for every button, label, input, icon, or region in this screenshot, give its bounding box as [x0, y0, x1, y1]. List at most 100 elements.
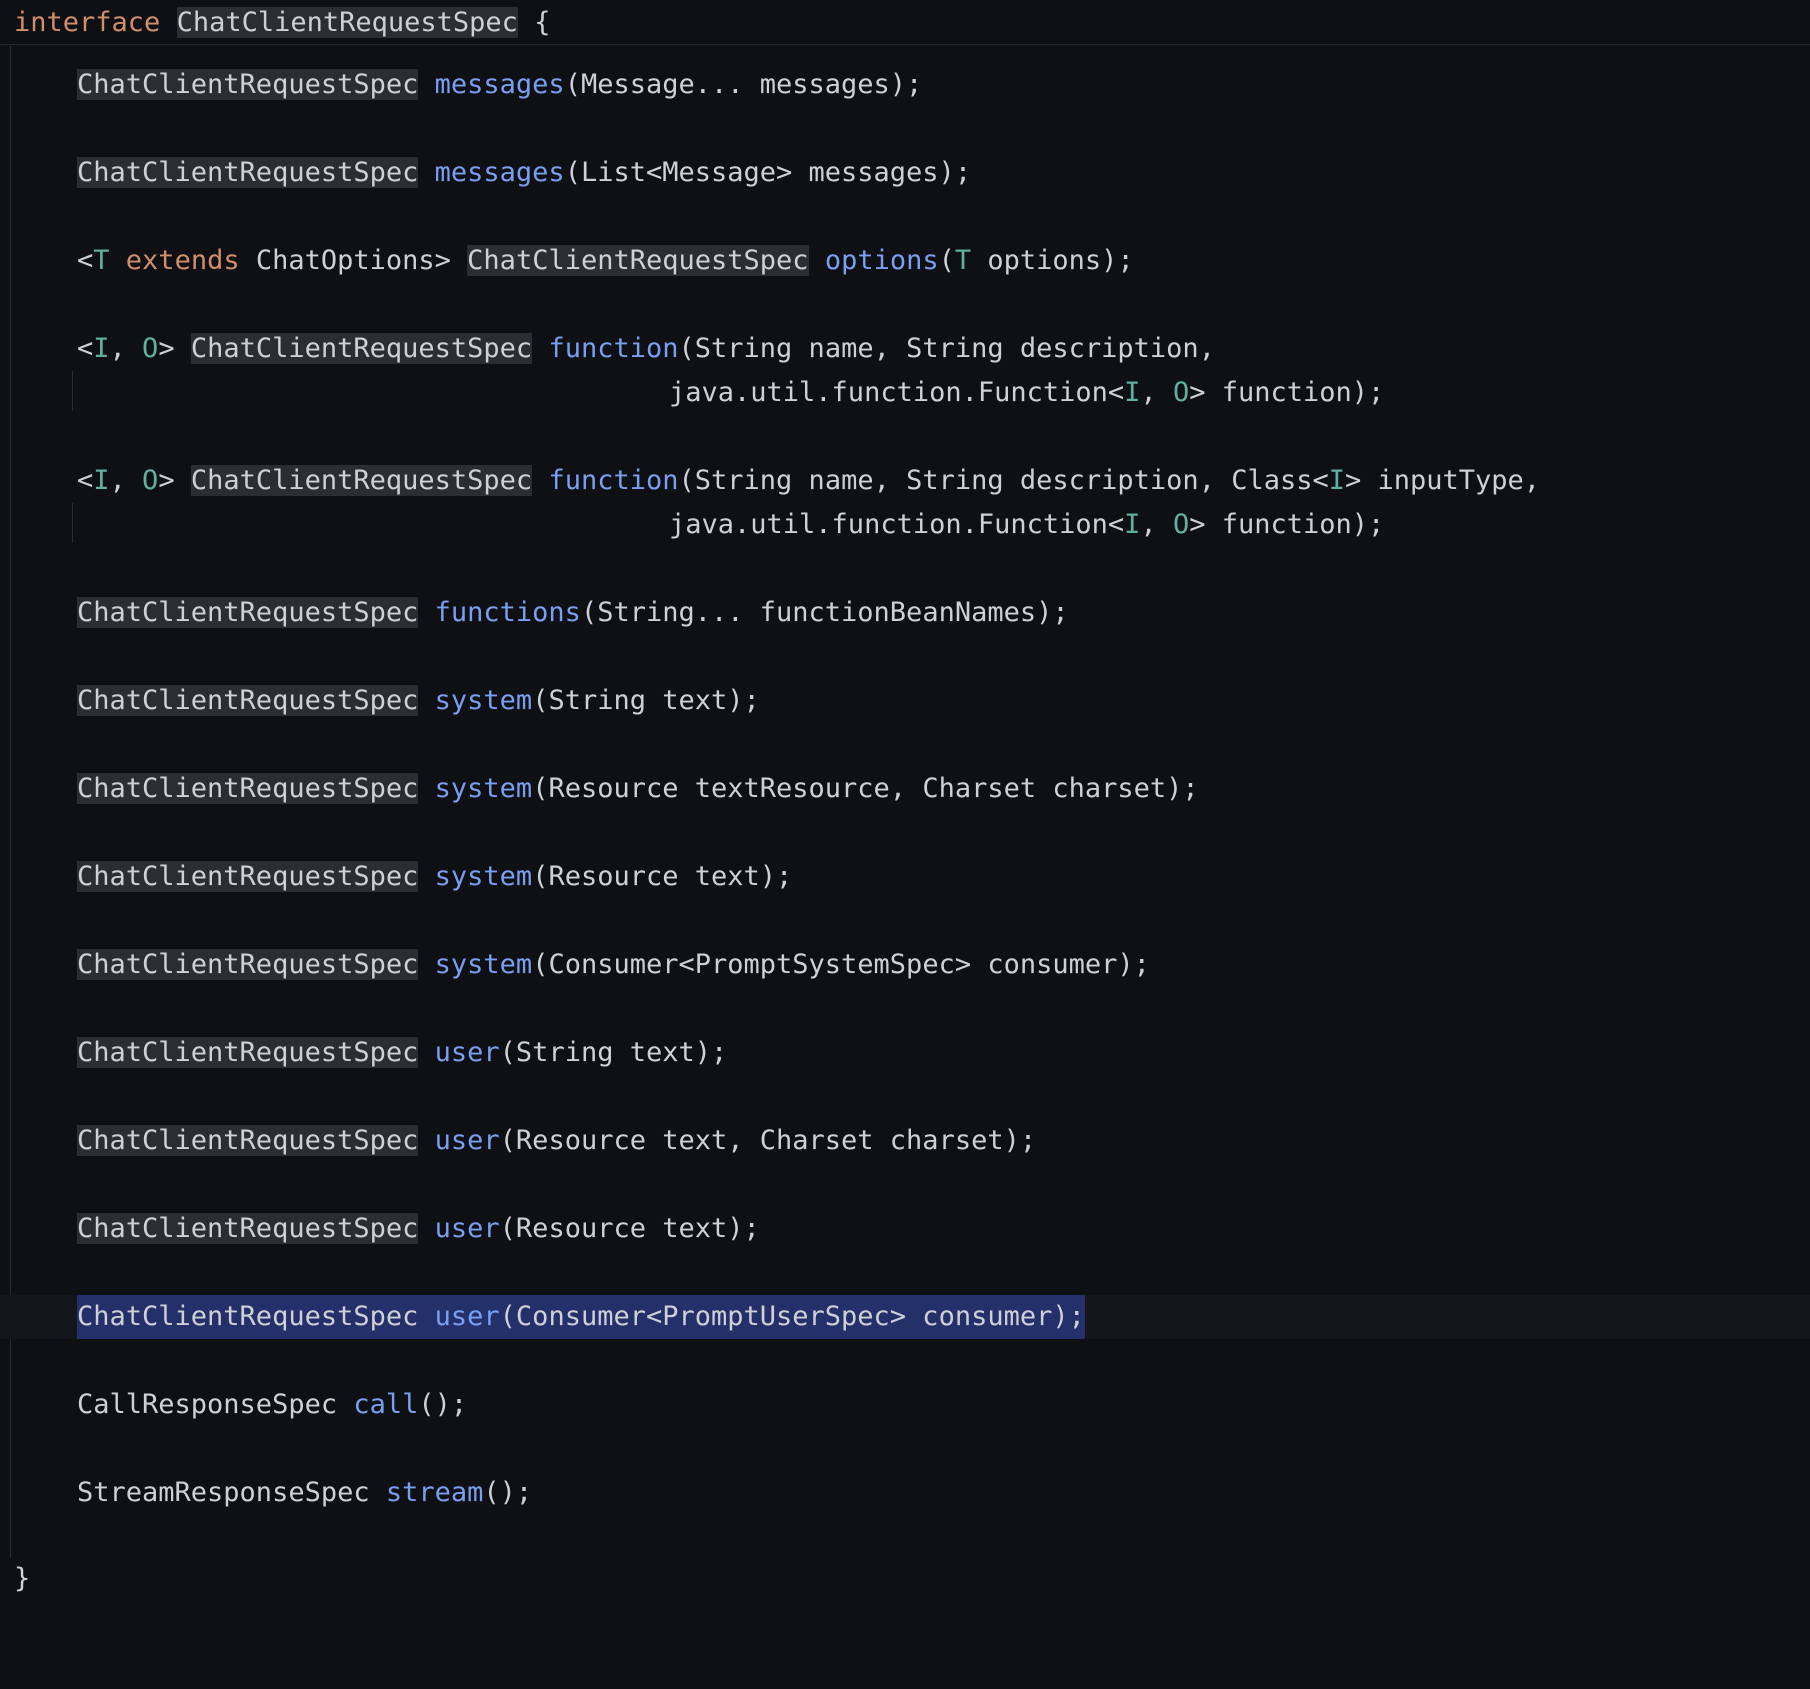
code-line[interactable]: ChatClientRequestSpec user(Resource text…	[0, 1119, 1810, 1163]
method-args: > function);	[1189, 377, 1385, 408]
return-type[interactable]: ChatClientRequestSpec	[77, 861, 419, 892]
code-line-continuation[interactable]: java.util.function.Function<I, O> functi…	[0, 503, 1810, 547]
return-type[interactable]: ChatClientRequestSpec	[77, 1125, 419, 1156]
method-args: ();	[483, 1477, 533, 1508]
method-args: (Consumer<PromptUserSpec> consumer);	[499, 1301, 1085, 1332]
return-type[interactable]: ChatClientRequestSpec	[190, 333, 533, 364]
method-args: (Resource textResource, Charset charset)…	[532, 773, 1199, 804]
code-line[interactable]: ChatClientRequestSpec system(String text…	[0, 679, 1810, 723]
code-line[interactable]: CallResponseSpec call();	[0, 1383, 1810, 1427]
method-name[interactable]: functions	[435, 597, 581, 628]
keyword-interface: interface	[14, 7, 161, 38]
method-args: (String text);	[532, 685, 760, 716]
interface-declaration-line[interactable]: interface ChatClientRequestSpec {	[0, 1, 1810, 45]
method-name[interactable]: system	[435, 685, 533, 716]
method-args: (Message... messages);	[564, 69, 923, 100]
method-name[interactable]: options	[825, 245, 939, 276]
method-args: ();	[418, 1389, 468, 1420]
code-line[interactable]: ChatClientRequestSpec messages(Message..…	[0, 63, 1810, 107]
return-type[interactable]: ChatClientRequestSpec	[77, 1301, 418, 1332]
method-name[interactable]: messages	[435, 69, 565, 100]
return-type[interactable]: ChatClientRequestSpec	[77, 949, 419, 980]
generic-bound: ChatOptions>	[239, 245, 468, 276]
paren: (	[938, 245, 955, 276]
comma: ,	[1140, 377, 1173, 408]
return-type[interactable]: ChatClientRequestSpec	[77, 1037, 419, 1068]
type-param: I	[1328, 465, 1345, 496]
code-line[interactable]: ChatClientRequestSpec system(Resource te…	[0, 855, 1810, 899]
method-name[interactable]: system	[435, 861, 533, 892]
selection[interactable]: ChatClientRequestSpec user(Consumer<Prom…	[77, 1295, 1085, 1339]
type-param: O	[142, 465, 159, 496]
open-brace: {	[517, 7, 551, 38]
code-line[interactable]: ChatClientRequestSpec messages(List<Mess…	[0, 151, 1810, 195]
qualified-type: java.util.function.Function<	[669, 377, 1125, 408]
return-type[interactable]: ChatClientRequestSpec	[77, 597, 419, 628]
generic-bracket: <	[77, 245, 94, 276]
code-line[interactable]: ChatClientRequestSpec user(String text);	[0, 1031, 1810, 1075]
method-name[interactable]: system	[435, 773, 533, 804]
method-args: (String... functionBeanNames);	[580, 597, 1069, 628]
code-line[interactable]: StreamResponseSpec stream();	[0, 1471, 1810, 1515]
code-line[interactable]: ChatClientRequestSpec system(Consumer<Pr…	[0, 943, 1810, 987]
return-type[interactable]: ChatClientRequestSpec	[467, 245, 809, 276]
qualified-type: java.util.function.Function<	[669, 509, 1125, 540]
return-type[interactable]: ChatClientRequestSpec	[77, 157, 419, 188]
method-args: > function);	[1189, 509, 1385, 540]
comma: ,	[109, 333, 143, 364]
generic-bracket: >	[158, 333, 191, 364]
interface-name[interactable]: ChatClientRequestSpec	[176, 7, 518, 38]
generic-bracket: <	[77, 465, 94, 496]
method-args: (String name, String description, Class<	[678, 465, 1329, 496]
code-line[interactable]: <I, O> ChatClientRequestSpec function(St…	[0, 327, 1810, 371]
return-type[interactable]: ChatClientRequestSpec	[77, 685, 419, 716]
type-param: T	[93, 245, 110, 276]
return-type[interactable]: StreamResponseSpec	[77, 1477, 370, 1508]
method-name[interactable]: user	[435, 1125, 500, 1156]
current-line[interactable]: ChatClientRequestSpec user(Consumer<Prom…	[0, 1295, 1810, 1339]
comma: ,	[109, 465, 143, 496]
type-param: O	[1172, 509, 1190, 540]
method-args: (Resource text, Charset charset);	[499, 1125, 1037, 1156]
method-name[interactable]: call	[353, 1389, 418, 1420]
method-name[interactable]: user	[435, 1037, 500, 1068]
closing-brace-line[interactable]: }	[0, 1557, 1810, 1601]
return-type[interactable]: ChatClientRequestSpec	[77, 69, 419, 100]
code-line-continuation[interactable]: java.util.function.Function<I, O> functi…	[0, 371, 1810, 415]
generic-bracket: <	[77, 333, 94, 364]
method-args: (Resource text);	[532, 861, 793, 892]
method-args: > inputType,	[1345, 465, 1541, 496]
type-param: O	[1172, 377, 1190, 408]
method-name[interactable]: system	[435, 949, 533, 980]
type-param: I	[93, 465, 110, 496]
method-args: (String name, String description,	[678, 333, 1215, 364]
method-name[interactable]: stream	[386, 1477, 484, 1508]
code-line[interactable]: ChatClientRequestSpec functions(String..…	[0, 591, 1810, 635]
method-args: (String text);	[499, 1037, 728, 1068]
method-args: (Consumer<PromptSystemSpec> consumer);	[532, 949, 1150, 980]
code-line[interactable]: ChatClientRequestSpec system(Resource te…	[0, 767, 1810, 811]
generic-bracket: >	[158, 465, 191, 496]
code-line[interactable]: ChatClientRequestSpec user(Resource text…	[0, 1207, 1810, 1251]
method-name[interactable]: user	[435, 1301, 500, 1332]
return-type[interactable]: ChatClientRequestSpec	[190, 465, 533, 496]
close-brace: }	[14, 1563, 31, 1594]
return-type[interactable]: ChatClientRequestSpec	[77, 1213, 419, 1244]
return-type[interactable]: CallResponseSpec	[77, 1389, 337, 1420]
method-name[interactable]: function	[548, 333, 678, 364]
method-name[interactable]: function	[548, 465, 678, 496]
method-name[interactable]: messages	[435, 157, 565, 188]
code-editor[interactable]: interface ChatClientRequestSpec { ChatCl…	[0, 0, 1810, 1606]
type-param: O	[142, 333, 159, 364]
method-args: options);	[971, 245, 1134, 276]
type-param: I	[1124, 509, 1141, 540]
return-type[interactable]: ChatClientRequestSpec	[77, 773, 419, 804]
type-param: T	[954, 245, 972, 276]
method-args: (List<Message> messages);	[564, 157, 972, 188]
type-param: I	[1124, 377, 1141, 408]
keyword-extends: extends	[125, 245, 240, 276]
method-args: (Resource text);	[499, 1213, 760, 1244]
code-line[interactable]: <I, O> ChatClientRequestSpec function(St…	[0, 459, 1810, 503]
method-name[interactable]: user	[435, 1213, 500, 1244]
code-line[interactable]: <T extends ChatOptions> ChatClientReques…	[0, 239, 1810, 283]
